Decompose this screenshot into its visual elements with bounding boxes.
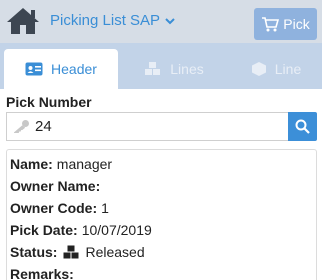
cubes-icon xyxy=(145,62,161,75)
tab-line[interactable]: Line xyxy=(230,49,322,89)
cart-icon xyxy=(262,17,280,32)
owner-code-value: 1 xyxy=(101,200,109,216)
status-label: Status: xyxy=(10,244,58,260)
tab-header-label: Header xyxy=(51,61,97,77)
id-card-icon xyxy=(25,62,43,76)
cubes-icon xyxy=(63,245,79,259)
pick-button[interactable]: Pick xyxy=(254,8,317,40)
tab-header[interactable]: Header xyxy=(4,49,118,89)
pick-date-row: Pick Date: 10/07/2019 xyxy=(10,222,152,238)
tab-line-label: Line xyxy=(274,61,302,77)
home-icon xyxy=(7,8,39,34)
top-bar: Picking List SAP Pick xyxy=(0,0,322,43)
app-title-dropdown[interactable]: Picking List SAP xyxy=(50,12,175,29)
app-title: Picking List SAP xyxy=(50,12,161,29)
tab-lines-label: Lines xyxy=(170,61,204,77)
name-row: Name: manager xyxy=(10,156,112,172)
search-button[interactable] xyxy=(288,112,317,141)
pick-button-label: Pick xyxy=(283,16,310,32)
remarks-row: Remarks: xyxy=(10,266,78,280)
key-icon xyxy=(14,120,29,133)
owner-code-label: Owner Code: xyxy=(10,200,98,216)
pick-number-label: Pick Number xyxy=(6,94,92,110)
home-button[interactable] xyxy=(6,6,40,36)
pick-details-panel: Name: manager Owner Name: Owner Code: 1 … xyxy=(6,149,317,280)
pick-number-field xyxy=(6,112,288,141)
cube-icon xyxy=(251,62,266,76)
pick-number-input[interactable] xyxy=(35,113,285,140)
name-label: Name: xyxy=(10,156,53,172)
status-value: Released xyxy=(85,244,145,260)
name-value: manager xyxy=(56,156,113,172)
tab-lines[interactable]: Lines xyxy=(118,49,230,89)
status-row: Status: Released xyxy=(10,244,145,260)
remarks-label: Remarks: xyxy=(10,266,74,280)
header-panel: Pick Number Name: manager Owner Name: Ow… xyxy=(0,89,322,280)
search-icon xyxy=(295,119,310,134)
owner-name-label: Owner Name: xyxy=(10,178,101,194)
pick-date-label: Pick Date: xyxy=(10,222,78,238)
owner-code-row: Owner Code: 1 xyxy=(10,200,109,216)
pick-date-value: 10/07/2019 xyxy=(81,222,152,238)
chevron-down-icon xyxy=(165,17,175,24)
owner-name-row: Owner Name: xyxy=(10,178,104,194)
tab-strip: Header Lines Line xyxy=(0,43,322,89)
